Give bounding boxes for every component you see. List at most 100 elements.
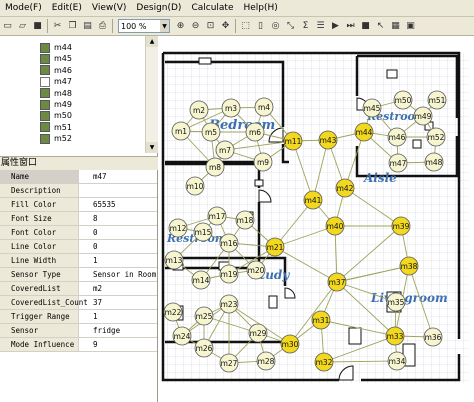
tree-item[interactable]: m51 [40, 122, 72, 133]
property-row[interactable]: Fill Color 65535 [0, 198, 157, 212]
sensor-node-m12[interactable]: m12 [168, 218, 188, 238]
property-row[interactable]: Font Color 0 [0, 226, 157, 240]
sensor-node-m48[interactable]: m48 [424, 152, 444, 172]
property-value[interactable]: fridge [93, 324, 120, 337]
zoom-out-icon[interactable]: ⊖ [189, 20, 202, 33]
sensor-node-m24[interactable]: m24 [172, 326, 192, 346]
sensor-node-m6[interactable]: m6 [245, 122, 265, 142]
property-row[interactable]: CoveredList_Count 37 [0, 296, 157, 310]
copy-icon[interactable]: ❐ [66, 20, 79, 33]
sensor-node-m26[interactable]: m26 [194, 338, 214, 358]
sensor-node-m10[interactable]: m10 [185, 176, 205, 196]
property-value[interactable]: m47 [93, 170, 107, 183]
zoom-fit-icon[interactable]: ⊡ [204, 20, 217, 33]
property-row[interactable]: Sensor Position fridge [0, 324, 157, 348]
property-value[interactable]: 8 [93, 212, 98, 225]
property-value[interactable]: 9 [93, 338, 98, 351]
tree-item[interactable]: m47 [40, 76, 72, 87]
sensor-node-m28[interactable]: m28 [256, 351, 276, 371]
sensor-node-m21[interactable]: m21 [265, 237, 285, 257]
tree-scrollbar[interactable]: ▲ ▼ [145, 36, 158, 153]
print-icon[interactable]: ⎙ [96, 20, 109, 33]
sensor-node-m15[interactable]: m15 [193, 222, 213, 242]
sensor-node-m40[interactable]: m40 [325, 216, 345, 236]
save-icon[interactable]: ■ [31, 20, 44, 33]
sensor-node-m11[interactable]: m11 [283, 131, 303, 151]
sensor-node-m5[interactable]: m5 [201, 122, 221, 142]
properties-icon[interactable]: ▣ [404, 20, 417, 33]
sensor-node-m14[interactable]: m14 [191, 270, 211, 290]
property-row[interactable]: Trigger Range 1 [0, 310, 157, 324]
sensor-node-m51[interactable]: m51 [427, 90, 447, 110]
property-row[interactable]: Line Width 1 [0, 254, 157, 268]
sensor-node-m35[interactable]: m35 [386, 292, 406, 312]
property-value[interactable]: 0 [93, 240, 98, 253]
wall-icon[interactable]: ▯ [254, 20, 267, 33]
sensor-node-m52[interactable]: m52 [426, 127, 446, 147]
menu-help[interactable]: Help(H) [239, 3, 283, 13]
sensor-node-m43[interactable]: m43 [318, 130, 338, 150]
sensor-node-m25[interactable]: m25 [194, 306, 214, 326]
sensor-node-m3[interactable]: m3 [221, 98, 241, 118]
menu-edit[interactable]: Edit(E) [47, 3, 87, 13]
property-value[interactable]: m2 [93, 282, 102, 295]
zoom-select[interactable]: 100 % ▼ [118, 19, 170, 33]
sensor-node-m19[interactable]: m19 [219, 264, 239, 284]
new-file-icon[interactable]: ▭ [1, 20, 14, 33]
sensor-node-m47[interactable]: m47 [388, 153, 408, 173]
cut-icon[interactable]: ✂ [51, 20, 64, 33]
sensor-node-m37[interactable]: m37 [327, 272, 347, 292]
scroll-down-icon[interactable]: ▼ [146, 142, 158, 153]
property-value[interactable]: 1 [93, 254, 98, 267]
scroll-up-icon[interactable]: ▲ [146, 36, 158, 47]
property-value[interactable]: 1 [93, 310, 98, 323]
list-icon[interactable]: ☰ [314, 20, 327, 33]
zoom-in-icon[interactable]: ⊕ [174, 20, 187, 33]
property-row[interactable]: Sensor Type Sensor in Room [0, 268, 157, 282]
sensor-node-m46[interactable]: m46 [387, 127, 407, 147]
sensor-node-m29[interactable]: m29 [248, 323, 268, 343]
sensor-node-m30[interactable]: m30 [280, 334, 300, 354]
sensor-node-m50[interactable]: m50 [393, 90, 413, 110]
sensor-node-m13[interactable]: m13 [164, 250, 184, 270]
property-row[interactable]: Name m47 [0, 170, 157, 184]
sensor-node-m17[interactable]: m17 [207, 206, 227, 226]
property-value[interactable]: Sensor in Room [93, 268, 156, 281]
cursor-icon[interactable]: ↖ [374, 20, 387, 33]
property-value[interactable]: 0 [93, 226, 98, 239]
sensor-node-m18[interactable]: m18 [235, 210, 255, 230]
pan-icon[interactable]: ✥ [219, 20, 232, 33]
menu-design[interactable]: Design(D) [131, 3, 186, 13]
property-row[interactable]: Description [0, 184, 157, 198]
sensor-node-m2[interactable]: m2 [189, 100, 209, 120]
stop-icon[interactable]: ■ [359, 20, 372, 33]
property-value[interactable]: 65535 [93, 198, 116, 211]
grid-icon[interactable]: ▦ [389, 20, 402, 33]
property-row[interactable]: Line Color 0 [0, 240, 157, 254]
tree-item[interactable]: m45 [40, 53, 72, 64]
sensor-node-m20[interactable]: m20 [246, 260, 266, 280]
tree-item[interactable]: m46 [40, 65, 72, 76]
select-icon[interactable]: ⬚ [239, 20, 252, 33]
property-value[interactable]: 37 [93, 296, 102, 309]
sensor-node-m42[interactable]: m42 [335, 178, 355, 198]
paste-icon[interactable]: ▤ [81, 20, 94, 33]
sensor-node-m39[interactable]: m39 [391, 216, 411, 236]
sum-icon[interactable]: Σ [299, 20, 312, 33]
sensor-icon[interactable]: ◎ [269, 20, 282, 33]
menu-mode[interactable]: Mode(F) [0, 3, 47, 13]
tree-item[interactable]: m44 [40, 42, 72, 53]
sensor-node-m4[interactable]: m4 [254, 97, 274, 117]
sensor-node-m27[interactable]: m27 [219, 353, 239, 373]
menu-calculate[interactable]: Calculate [186, 3, 238, 13]
sensor-node-m49[interactable]: m49 [413, 106, 433, 126]
property-row[interactable]: CoveredList m2 [0, 282, 157, 296]
sensor-node-m23[interactable]: m23 [219, 294, 239, 314]
sensor-node-m41[interactable]: m41 [303, 190, 323, 210]
open-folder-icon[interactable]: ▱ [16, 20, 29, 33]
sensor-node-m38[interactable]: m38 [399, 256, 419, 276]
sensor-node-m34[interactable]: m34 [387, 351, 407, 371]
sensor-node-m33[interactable]: m33 [385, 326, 405, 346]
sensor-node-m44[interactable]: m44 [354, 122, 374, 142]
run-icon[interactable]: ▶ [329, 20, 342, 33]
